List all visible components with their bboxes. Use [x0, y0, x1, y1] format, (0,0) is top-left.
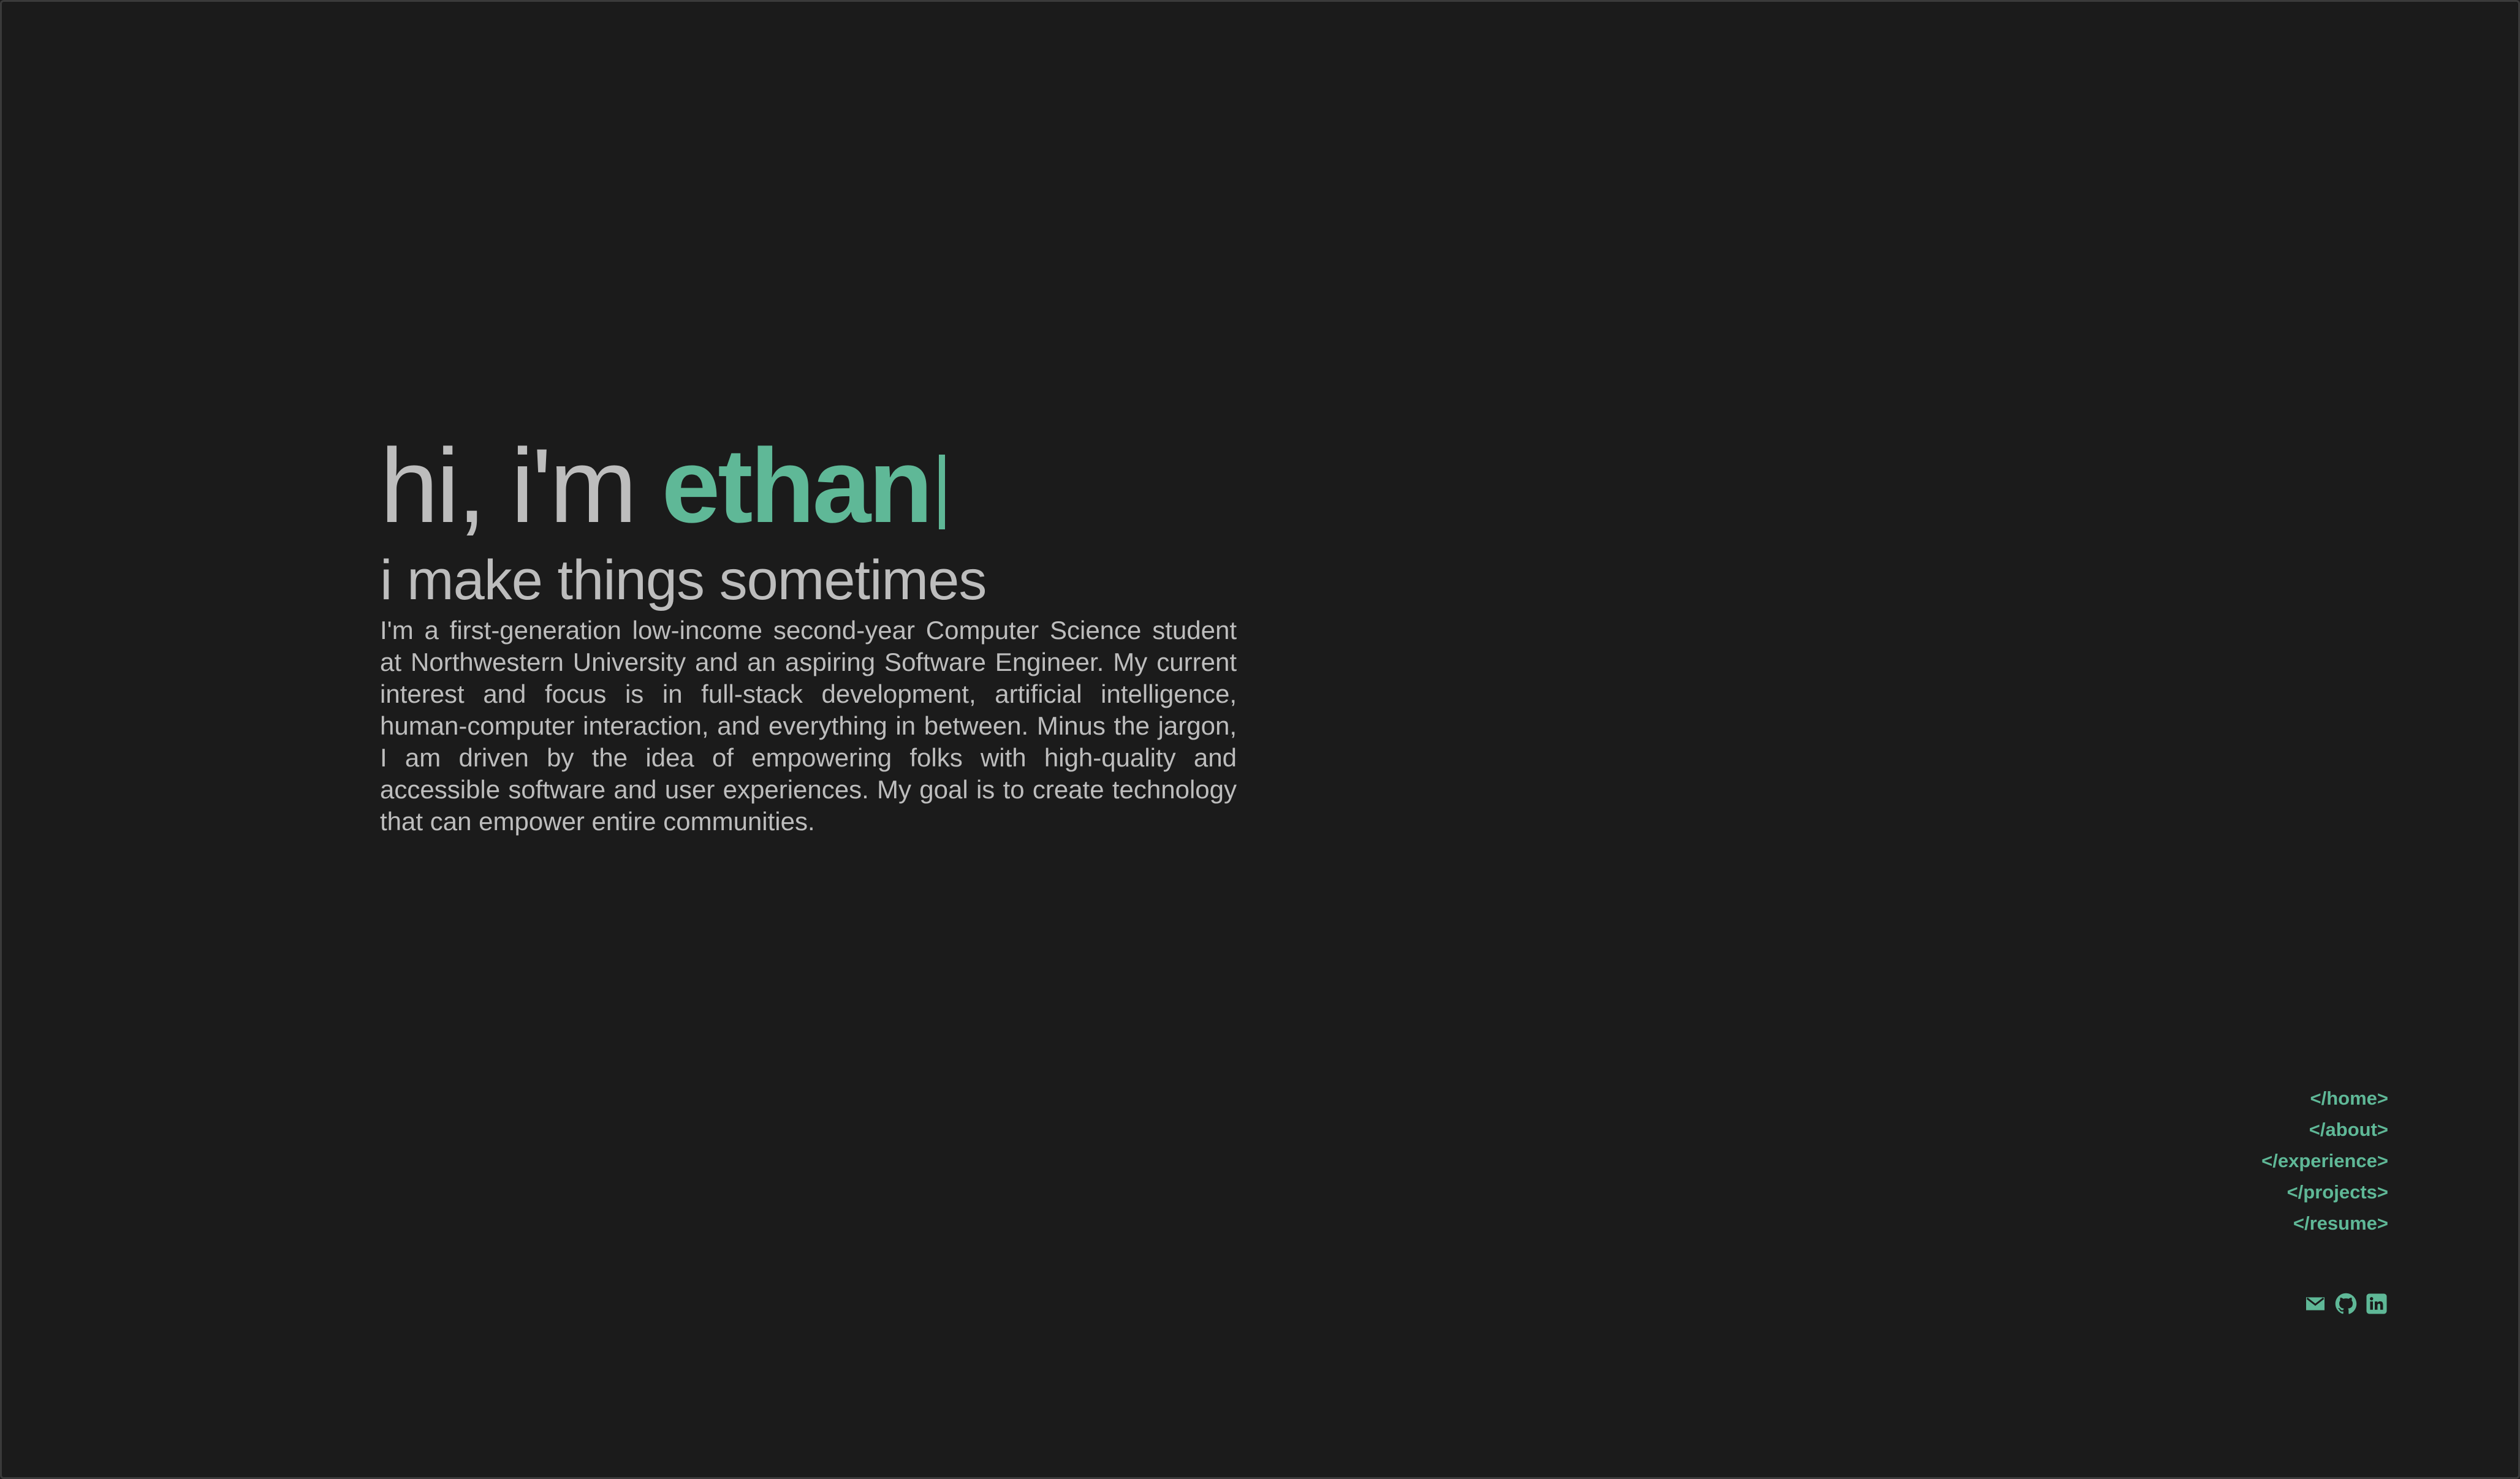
- hero-title: hi, i'm ethan: [380, 425, 1237, 547]
- hero-name: ethan: [661, 427, 933, 545]
- linkedin-icon[interactable]: [2366, 1293, 2388, 1315]
- github-icon[interactable]: [2335, 1293, 2357, 1315]
- nav-link-resume[interactable]: </resume>: [2261, 1208, 2388, 1239]
- hero-greeting: hi, i'm: [380, 427, 662, 545]
- hero-subtitle: i make things sometimes: [380, 549, 987, 611]
- site-nav: </home> </about> </experience> </project…: [2261, 1083, 2388, 1239]
- page: hi, i'm ethan i make things sometimes I'…: [0, 0, 2520, 1479]
- email-icon[interactable]: [2304, 1293, 2326, 1315]
- typing-cursor: [939, 455, 946, 529]
- nav-link-about[interactable]: </about>: [2261, 1114, 2388, 1145]
- social-links: [2304, 1293, 2388, 1315]
- hero-bio: I'm a first-generation low-income second…: [380, 616, 1237, 836]
- nav-link-home[interactable]: </home>: [2261, 1083, 2389, 1114]
- nav-link-projects[interactable]: </projects>: [2261, 1176, 2388, 1208]
- nav-link-experience[interactable]: </experience>: [2261, 1145, 2388, 1176]
- hero-section: hi, i'm ethan i make things sometimes I'…: [380, 425, 1237, 838]
